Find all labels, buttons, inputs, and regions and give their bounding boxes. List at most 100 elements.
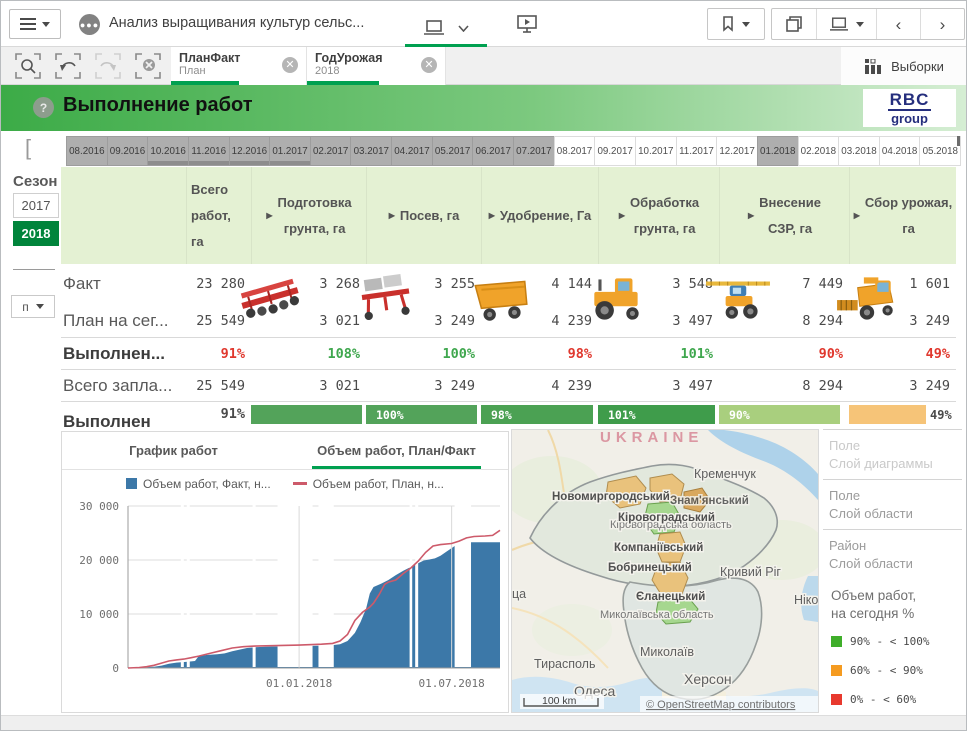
selections-label: Выборки: [891, 59, 944, 74]
chip-close-icon[interactable]: ✕: [421, 57, 437, 73]
timeline-scrollbar[interactable]: [957, 136, 960, 146]
timeline-month[interactable]: 01.2017: [269, 136, 311, 166]
next-sheet-button[interactable]: ›: [920, 9, 964, 39]
timeline-month[interactable]: 03.2017: [350, 136, 392, 166]
work-volume-chart-panel: График работ Объем работ, План/Факт Объе…: [61, 431, 509, 713]
col-sowing[interactable]: ▶Посев, га: [366, 167, 481, 264]
map-label-city: Тирасполь: [534, 657, 595, 671]
svg-text:01.01.2018: 01.01.2018: [266, 677, 332, 690]
timeline-month[interactable]: 06.2017: [472, 136, 514, 166]
timeline-month[interactable]: 12.2016: [229, 136, 271, 166]
season-option-2018[interactable]: 2018: [13, 221, 59, 246]
timeline-month[interactable]: 04.2018: [879, 136, 921, 166]
layer-box-area-district[interactable]: Район Слой области: [823, 530, 962, 579]
svg-text:30 000: 30 000: [79, 500, 119, 513]
timeline-month[interactable]: 07.2017: [513, 136, 555, 166]
timeline-month[interactable]: 05.2017: [432, 136, 474, 166]
chip-close-icon[interactable]: ✕: [282, 57, 298, 73]
clear-selections-icon[interactable]: [135, 53, 161, 79]
cell: 3 249: [366, 370, 481, 401]
timeline-month[interactable]: 08.2017: [554, 136, 596, 166]
app-title: Анализ выращивания культур сельс...: [109, 15, 364, 31]
rbc-logo: RBC group: [863, 89, 956, 127]
chevron-down-icon: [742, 22, 750, 27]
timeline-month[interactable]: 09.2017: [594, 136, 636, 166]
col-soil-treatment[interactable]: ▶Обработка грунта, га: [598, 167, 719, 264]
timeline-month[interactable]: 05.2018: [919, 136, 961, 166]
step-back-icon[interactable]: [55, 53, 81, 79]
kpi-header-row: Всего работ, га ▶Подготовка грунта, га ▶…: [61, 167, 956, 264]
previous-sheet-button[interactable]: ‹: [876, 9, 920, 39]
layer-box-diagram[interactable]: Поле Слой диаграммы: [823, 430, 962, 480]
duplicate-sheet-button[interactable]: [772, 9, 816, 39]
timeline-month[interactable]: 10.2016: [147, 136, 189, 166]
tab-work-volume[interactable]: Объем работ, План/Факт: [285, 432, 508, 469]
legend-item-plan: Объем работ, План, н...: [293, 477, 444, 491]
cumulative-work-chart[interactable]: 010 00020 00030 00001.01.201801.07.2018: [62, 498, 508, 710]
row-label-plan-today: План на сег...: [61, 304, 186, 337]
progress-cell: 49%: [849, 402, 956, 429]
map-attribution[interactable]: © OpenStreetMap contributors: [646, 699, 796, 711]
timeline-month[interactable]: 04.2017: [391, 136, 433, 166]
sheet-title: Выполнение работ: [63, 94, 253, 117]
map-label-district: Новомиргородський: [552, 491, 670, 503]
timeline-month[interactable]: 12.2017: [716, 136, 758, 166]
scale-label: 100 km: [542, 695, 577, 707]
step-forward-icon[interactable]: [95, 53, 121, 79]
mini-dropdown[interactable]: п: [11, 295, 55, 318]
tab-work-schedule[interactable]: График работ: [62, 432, 285, 469]
sheet-list-button[interactable]: [816, 9, 876, 39]
cell: 4 239: [481, 304, 598, 337]
cell: 3 249: [849, 370, 956, 401]
legend-item-fact: Объем работ, Факт, н...: [126, 477, 271, 491]
filter-chip-planfact[interactable]: ПланФакт План ✕: [171, 47, 307, 85]
active-tab-indicator: [312, 466, 482, 469]
progress-bar: 98%: [481, 405, 593, 424]
row-label-fact: Факт: [61, 264, 186, 304]
season-filter-title: Сезон: [13, 173, 57, 190]
red-swatch: [831, 694, 842, 705]
smart-search-icon[interactable]: [15, 53, 41, 79]
layer-box-area-field[interactable]: Поле Слой области: [823, 480, 962, 530]
plan-swatch: [293, 482, 307, 485]
timeline-month[interactable]: 02.2017: [310, 136, 352, 166]
timeline-month[interactable]: 08.2016: [66, 136, 108, 166]
season-option-2017[interactable]: 2017: [13, 193, 59, 218]
cell: 3 249: [366, 304, 481, 337]
timeline-month[interactable]: 11.2016: [188, 136, 230, 166]
col-fertilizing[interactable]: ▶Удобрение, Га: [481, 167, 598, 264]
row-label-done-bars: Выполнен: [61, 402, 186, 429]
sheet-icon: [424, 20, 444, 36]
map-label-city: Херсон: [684, 671, 732, 687]
timeline-month[interactable]: 01.2018: [757, 136, 799, 166]
chart-legend: Объем работ, Факт, н... Объем работ, Пла…: [62, 470, 508, 498]
map-label-oblast: Миколаївська область: [600, 609, 714, 621]
progress-bar: 90%: [719, 405, 840, 424]
timeline-month[interactable]: 02.2018: [798, 136, 840, 166]
global-menu-button[interactable]: [9, 9, 61, 39]
map-label-district: Кіровоградський: [618, 512, 715, 524]
app-options-icon[interactable]: ●●●: [79, 14, 100, 35]
pct-cell: 98%: [481, 338, 598, 369]
regions-map[interactable]: UKRAINE Кременчук Знам'янський Новомирго…: [511, 429, 819, 713]
timeline-month[interactable]: 10.2017: [635, 136, 677, 166]
cell: 3 268: [251, 264, 366, 304]
sheet-selector[interactable]: [405, 9, 487, 47]
chart-tabs: График работ Объем работ, План/Факт: [62, 432, 508, 470]
col-pesticides[interactable]: ▶Внесение СЗР, га: [719, 167, 849, 264]
bookmarks-button[interactable]: [707, 8, 765, 40]
progress-cell: 100%: [366, 402, 481, 429]
col-harvesting[interactable]: ▶Сбор урожая, га: [849, 167, 956, 264]
selections-tool-button[interactable]: Выборки: [841, 47, 967, 85]
kpi-table: Всего работ, га ▶Подготовка грунта, га ▶…: [61, 167, 956, 429]
col-soil-preparation[interactable]: ▶Подготовка грунта, га: [251, 167, 366, 264]
divider: [13, 269, 55, 270]
help-icon[interactable]: ?: [33, 97, 54, 118]
timeline-month[interactable]: 11.2017: [676, 136, 718, 166]
timeline-month[interactable]: 09.2016: [107, 136, 149, 166]
timeline-month[interactable]: 03.2018: [838, 136, 880, 166]
header-row-label-spacer: [61, 167, 186, 264]
table-row: План на сег... 25 549 3 021 3 249 4 239 …: [61, 304, 956, 338]
storytelling-button[interactable]: [513, 11, 541, 37]
filter-chip-harvestyear[interactable]: ГодУрожая 2018 ✕: [307, 47, 446, 85]
